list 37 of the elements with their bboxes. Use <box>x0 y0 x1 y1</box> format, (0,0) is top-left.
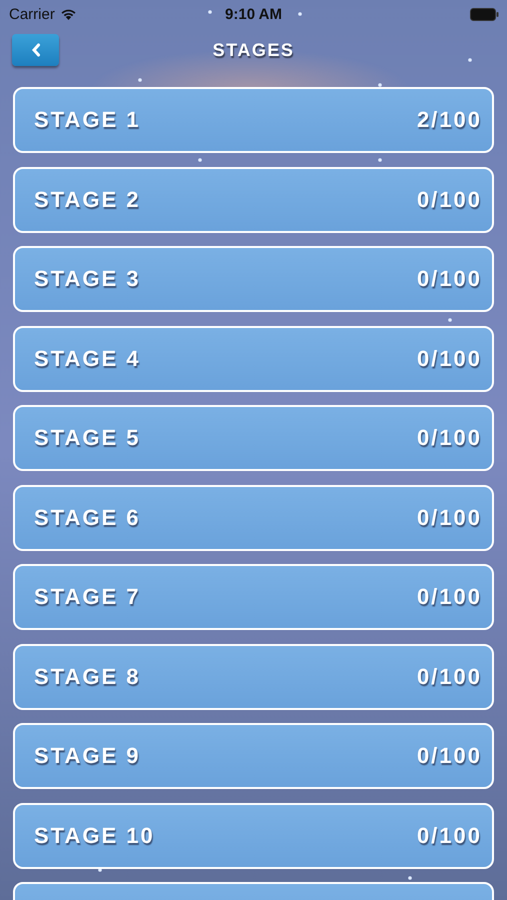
back-button[interactable] <box>12 34 59 66</box>
stage-name: STAGE 9 <box>34 743 141 769</box>
stage-score: 0/100 <box>416 425 482 451</box>
stage-score: 0/100 <box>416 504 482 530</box>
stage-score: 0/100 <box>416 266 482 292</box>
stage-card[interactable]: STAGE 4 0/100 <box>13 326 494 392</box>
stage-card[interactable]: STAGE 9 0/100 <box>13 723 494 789</box>
stage-name: STAGE 3 <box>34 266 141 292</box>
stage-card[interactable]: STAGE 6 0/100 <box>13 484 494 550</box>
stage-card[interactable]: STAGE 2 0/100 <box>13 166 494 232</box>
stage-card[interactable]: STAGE 7 0/100 <box>13 564 494 630</box>
stage-score: 0/100 <box>416 664 482 690</box>
stage-card[interactable]: STAGE 8 0/100 <box>13 644 494 710</box>
stage-name: STAGE 2 <box>34 186 141 212</box>
stage-card[interactable]: STAGE 10 0/100 <box>13 802 494 868</box>
stage-score: 0/100 <box>416 186 482 212</box>
stage-name: STAGE 4 <box>34 346 141 372</box>
stage-name: STAGE 8 <box>34 664 141 690</box>
stage-name: STAGE 1 <box>34 107 141 133</box>
stage-score: 0/100 <box>416 822 482 848</box>
chevron-left-icon <box>30 43 40 57</box>
stage-score: 0/100 <box>416 743 482 769</box>
status-time: 9:10 AM <box>225 6 282 22</box>
stage-name: STAGE 10 <box>34 822 155 848</box>
wifi-icon <box>60 8 77 20</box>
stage-score: 2/100 <box>416 107 482 133</box>
stage-name: STAGE 5 <box>34 425 141 451</box>
stage-name: STAGE 7 <box>34 584 141 610</box>
stage-card[interactable]: STAGE 5 0/100 <box>13 405 494 471</box>
stage-card[interactable]: STAGE 1 2/100 <box>13 87 494 153</box>
carrier-label: Carrier <box>9 6 55 22</box>
stage-score: 0/100 <box>416 584 482 610</box>
stage-score: 0/100 <box>416 346 482 372</box>
screen-title: STAGES <box>212 40 294 60</box>
stage-card[interactable]: STAGE 3 0/100 <box>13 246 494 312</box>
battery-icon <box>470 8 499 20</box>
stage-name: STAGE 6 <box>34 504 141 530</box>
